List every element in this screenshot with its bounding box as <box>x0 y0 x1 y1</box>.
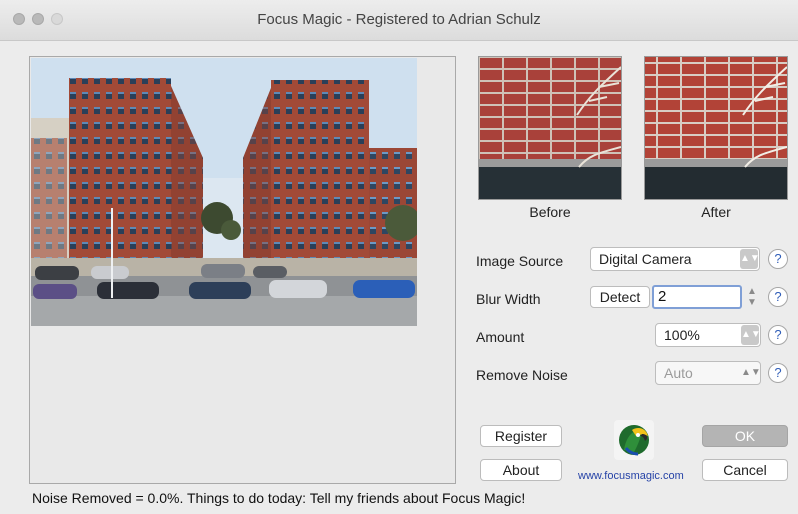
main-preview-image[interactable] <box>31 58 417 326</box>
website-link[interactable]: www.focusmagic.com <box>578 470 684 482</box>
parrot-logo-icon <box>614 420 654 460</box>
image-source-value: Digital Camera <box>599 251 692 267</box>
window-title: Focus Magic - Registered to Adrian Schul… <box>257 11 541 28</box>
register-button[interactable]: Register <box>480 425 562 447</box>
before-label: Before <box>529 204 571 220</box>
remove-noise-help-button[interactable]: ? <box>768 363 788 383</box>
status-bar-text: Noise Removed = 0.0%. Things to do today… <box>32 490 526 506</box>
amount-label: Amount <box>476 329 525 345</box>
up-down-stepper-icon: ▲▼ <box>740 249 760 269</box>
detect-button[interactable]: Detect <box>590 286 650 308</box>
about-button[interactable]: About <box>480 459 562 481</box>
ok-button[interactable]: OK <box>702 425 788 447</box>
before-preview <box>478 56 622 200</box>
up-down-stepper-icon: ▲▼ <box>741 367 761 378</box>
image-source-select[interactable]: Digital Camera ▲▼ <box>590 247 760 271</box>
cancel-button[interactable]: Cancel <box>702 459 788 481</box>
amount-help-button[interactable]: ? <box>768 325 788 345</box>
image-source-label: Image Source <box>476 253 564 269</box>
after-preview <box>644 56 788 200</box>
remove-noise-value: Auto <box>664 365 693 381</box>
amount-select[interactable]: 100% ▲▼ <box>655 323 761 347</box>
up-down-stepper-icon: ▲▼ <box>741 325 761 345</box>
blur-width-stepper[interactable]: ▲ ▼ <box>745 286 759 308</box>
blur-width-label: Blur Width <box>476 291 541 307</box>
remove-noise-label: Remove Noise <box>476 367 568 383</box>
title-bar: Focus Magic - Registered to Adrian Schul… <box>0 0 798 41</box>
app-window: Focus Magic - Registered to Adrian Schul… <box>0 0 798 514</box>
amount-value: 100% <box>664 327 700 343</box>
remove-noise-select[interactable]: Auto ▲▼ <box>655 361 761 385</box>
blur-width-field[interactable]: 2 <box>652 285 742 309</box>
image-source-help-button[interactable]: ? <box>768 249 788 269</box>
blur-width-help-button[interactable]: ? <box>768 287 788 307</box>
after-label: After <box>701 204 731 220</box>
